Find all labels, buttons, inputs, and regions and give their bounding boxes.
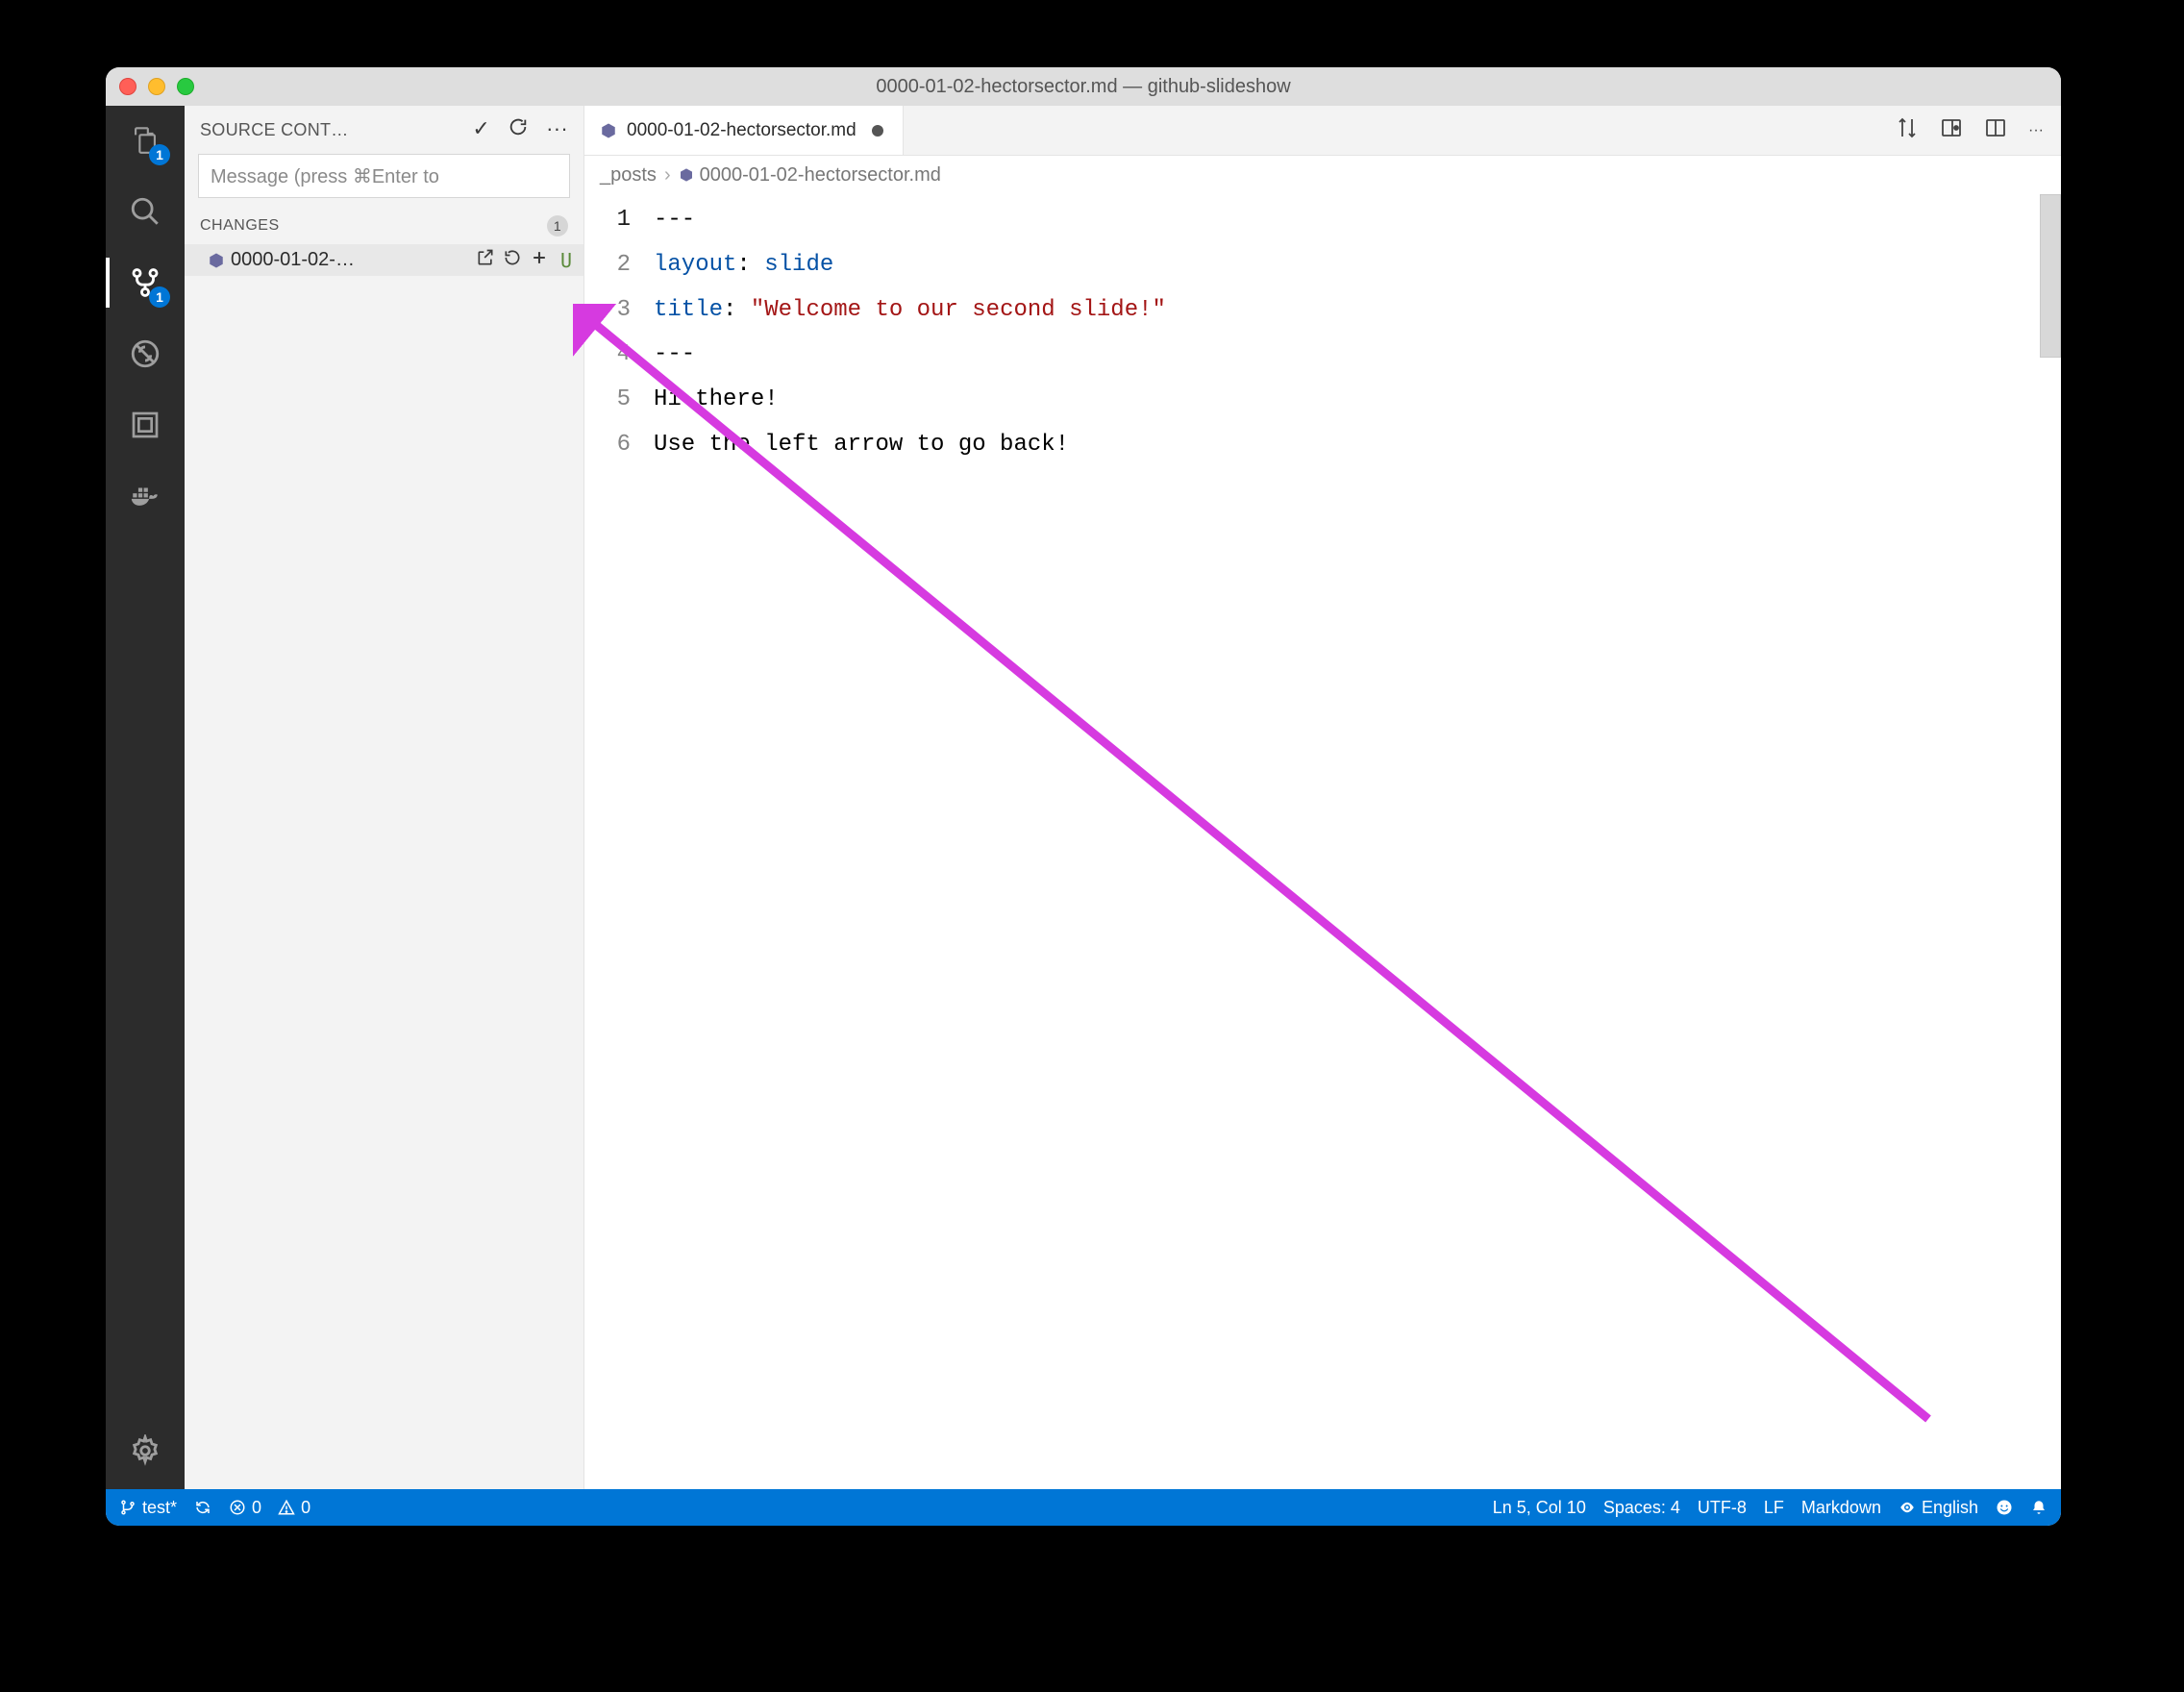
code-line[interactable]: 6Use the left arrow to go back!	[584, 423, 2061, 468]
extensions-icon[interactable]	[126, 406, 164, 444]
window-controls	[119, 78, 194, 95]
change-filename: 0000-01-02-…	[231, 249, 470, 271]
sync-icon[interactable]	[194, 1499, 211, 1516]
spellcheck-item[interactable]: English	[1899, 1498, 1978, 1518]
code-line[interactable]: 4---	[584, 333, 2061, 378]
explorer-icon[interactable]: 1	[126, 121, 164, 160]
spellcheck-language: English	[1922, 1498, 1978, 1518]
status-bar: test* 0 0 Ln 5, Col 10 Spaces: 4 UTF-8	[106, 1489, 2061, 1526]
encoding-item[interactable]: UTF-8	[1698, 1498, 1747, 1518]
code-line[interactable]: 5Hi there!	[584, 378, 2061, 423]
explorer-badge: 1	[149, 144, 170, 165]
line-number: 3	[584, 288, 654, 334]
changes-section-header[interactable]: CHANGES 1	[185, 208, 583, 244]
titlebar: 0000-01-02-hectorsector.md — github-slid…	[106, 67, 2061, 106]
tab-bar: 0000-01-02-hectorsector.md ···	[584, 106, 2061, 156]
scm-header: SOURCE CONT… ✓ ···	[185, 106, 583, 154]
markdown-file-icon	[679, 167, 694, 183]
more-actions-icon[interactable]: ···	[546, 116, 568, 143]
search-icon[interactable]	[126, 192, 164, 231]
editor-actions: ···	[1878, 106, 2061, 155]
line-number: 6	[584, 423, 654, 468]
feedback-smiley-icon[interactable]	[1996, 1499, 2013, 1516]
docker-icon[interactable]	[126, 477, 164, 515]
scm-header-label: SOURCE CONT…	[200, 120, 472, 140]
vscode-window: 0000-01-02-hectorsector.md — github-slid…	[106, 67, 2061, 1526]
tab-label: 0000-01-02-hectorsector.md	[627, 120, 856, 141]
more-editor-actions-icon[interactable]: ···	[2028, 122, 2044, 139]
breadcrumbs[interactable]: _posts › 0000-01-02-hectorsector.md	[584, 156, 2061, 194]
chevron-right-icon: ›	[664, 164, 671, 187]
commit-check-icon[interactable]: ✓	[472, 116, 490, 143]
window-title: 0000-01-02-hectorsector.md — github-slid…	[106, 76, 2061, 98]
open-file-icon[interactable]	[476, 248, 495, 272]
minimize-window-button[interactable]	[148, 78, 165, 95]
close-window-button[interactable]	[119, 78, 136, 95]
git-branch-item[interactable]: test*	[119, 1498, 177, 1518]
breadcrumb-folder[interactable]: _posts	[600, 164, 657, 187]
settings-gear-icon[interactable]	[126, 1431, 164, 1470]
changes-count-badge: 1	[547, 215, 568, 236]
editor-area: 0000-01-02-hectorsector.md ··· _posts ›	[584, 106, 2061, 1489]
commit-message-input[interactable]: Message (press ⌘Enter to	[198, 154, 570, 198]
source-control-panel: SOURCE CONT… ✓ ··· Message (press ⌘Enter…	[185, 106, 584, 1489]
branch-name: test*	[142, 1498, 177, 1518]
maximize-window-button[interactable]	[177, 78, 194, 95]
breadcrumb-file[interactable]: 0000-01-02-hectorsector.md	[679, 164, 941, 187]
compare-changes-icon[interactable]	[1896, 116, 1919, 144]
debug-disabled-icon[interactable]	[126, 335, 164, 373]
minimap[interactable]	[2040, 194, 2061, 358]
notifications-bell-icon[interactable]	[2030, 1499, 2048, 1516]
modified-dot-icon	[872, 125, 883, 137]
cursor-position[interactable]: Ln 5, Col 10	[1493, 1498, 1586, 1518]
refresh-icon[interactable]	[508, 116, 529, 143]
file-status-letter: U	[560, 249, 572, 272]
commit-message-placeholder: Message (press ⌘Enter to	[211, 164, 439, 188]
code-editor[interactable]: 1---2layout: slide3title: "Welcome to ou…	[584, 194, 2061, 1489]
line-number: 2	[584, 243, 654, 288]
breadcrumb-file-label: 0000-01-02-hectorsector.md	[700, 164, 941, 187]
problems-item[interactable]: 0 0	[229, 1498, 310, 1518]
markdown-file-icon	[208, 252, 225, 269]
change-row[interactable]: 0000-01-02-… U	[185, 244, 583, 276]
line-number: 5	[584, 378, 654, 423]
scm-badge: 1	[149, 286, 170, 308]
open-preview-icon[interactable]	[1940, 116, 1963, 144]
language-mode-item[interactable]: Markdown	[1801, 1498, 1881, 1518]
activity-bar: 1 1	[106, 106, 185, 1489]
source-control-icon[interactable]: 1	[126, 263, 164, 302]
split-editor-icon[interactable]	[1984, 116, 2007, 144]
eol-item[interactable]: LF	[1764, 1498, 1784, 1518]
error-count: 0	[252, 1498, 261, 1518]
stage-change-icon[interactable]	[530, 248, 549, 272]
code-line[interactable]: 2layout: slide	[584, 243, 2061, 288]
code-line[interactable]: 1---	[584, 198, 2061, 243]
markdown-file-icon	[600, 122, 617, 139]
tab-active[interactable]: 0000-01-02-hectorsector.md	[584, 106, 904, 155]
indentation-item[interactable]: Spaces: 4	[1603, 1498, 1680, 1518]
changes-label: CHANGES	[200, 217, 547, 235]
warning-count: 0	[301, 1498, 310, 1518]
discard-changes-icon[interactable]	[503, 248, 522, 272]
line-number: 1	[584, 198, 654, 243]
code-line[interactable]: 3title: "Welcome to our second slide!"	[584, 288, 2061, 334]
line-number: 4	[584, 333, 654, 378]
